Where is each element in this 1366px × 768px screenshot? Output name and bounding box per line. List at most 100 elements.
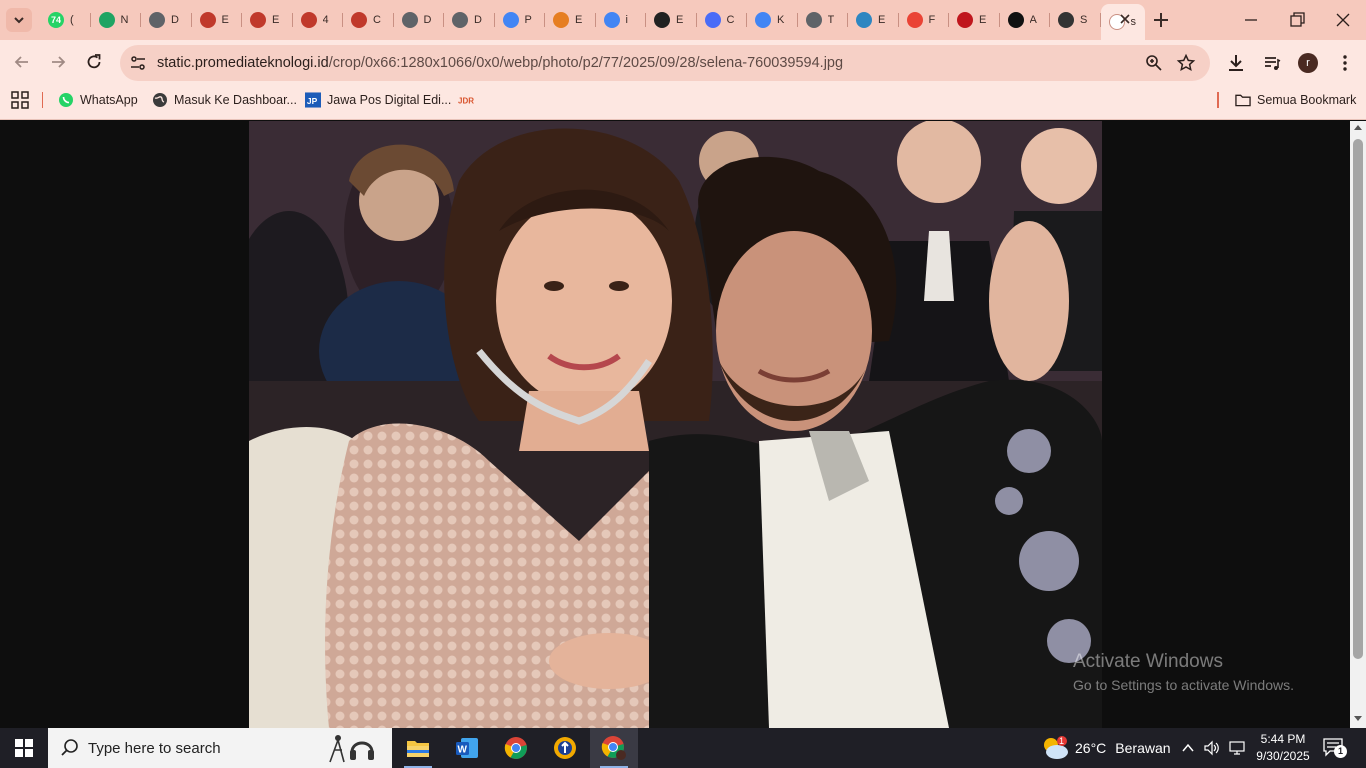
svg-text:JP: JP — [307, 96, 318, 106]
browser-tab[interactable]: C — [697, 4, 748, 36]
network-icon[interactable] — [1228, 739, 1246, 757]
profile-avatar[interactable]: r — [1298, 53, 1318, 73]
tab-title: D — [423, 14, 432, 26]
taskbar: Type here to search W 1 26°C Berawan 5:4… — [0, 728, 1366, 768]
url-text[interactable]: static.promediateknologi.id/crop/0x66:12… — [157, 55, 843, 71]
tab-badge: 74 — [50, 15, 61, 25]
taskbar-search[interactable]: Type here to search — [48, 728, 392, 768]
tribun-icon — [957, 12, 973, 28]
browser-tab[interactable]: A — [1000, 4, 1051, 36]
chrome-profile-icon — [601, 736, 626, 760]
browser-tab[interactable]: E — [192, 4, 243, 36]
browser-tab[interactable]: 4 — [293, 4, 344, 36]
google-icon — [502, 12, 519, 28]
clock-date: 9/30/2025 — [1256, 749, 1310, 763]
taskbar-file-explorer[interactable] — [394, 728, 442, 768]
show-hidden-icons-icon[interactable] — [1181, 741, 1195, 755]
browser-tab[interactable]: P — [495, 4, 546, 36]
browser-tab[interactable]: D — [444, 4, 495, 36]
tab-title: D — [171, 14, 179, 26]
back-icon[interactable] — [12, 52, 32, 72]
tab-title: ( — [70, 14, 74, 26]
tab-title: C — [373, 14, 381, 26]
browser-tab[interactable]: i — [596, 4, 647, 36]
download-icon[interactable] — [1226, 53, 1246, 73]
browser-tab[interactable]: K — [747, 4, 798, 36]
bookmark-jawapos[interactable]: JP Jawa Pos Digital Edi... — [305, 91, 451, 109]
tab-title: s — [1130, 16, 1137, 28]
weather-widget[interactable]: 1 26°C Berawan — [1040, 728, 1171, 768]
tab-title: N — [120, 14, 129, 26]
browser-tab[interactable]: E — [949, 4, 1000, 36]
browser-tab[interactable]: C — [343, 4, 394, 36]
tab-title: E — [979, 14, 987, 26]
browser-tab[interactable]: D — [141, 4, 192, 36]
weather-text: Berawan — [1115, 740, 1171, 756]
tab-title: E — [676, 14, 684, 26]
tab-title: F — [928, 14, 936, 26]
menu-kebab-icon[interactable] — [1335, 53, 1355, 73]
media-control-icon[interactable] — [1262, 53, 1282, 73]
scroll-down-icon[interactable] — [1353, 715, 1363, 723]
tab-title: T — [827, 14, 835, 26]
whatsapp-icon — [58, 92, 74, 108]
apps-grid-icon[interactable] — [11, 91, 29, 109]
browser-tab[interactable]: E — [242, 4, 293, 36]
start-button[interactable] — [0, 728, 48, 768]
system-clock[interactable]: 5:44 PM 9/30/2025 — [1252, 731, 1314, 765]
globe-icon — [152, 92, 168, 108]
word-icon: W — [456, 738, 478, 758]
bookmark-star-icon[interactable] — [1176, 53, 1196, 73]
displayed-photo — [249, 121, 1102, 728]
bookmark-label: WhatsApp — [80, 93, 138, 107]
browser-tab[interactable]: 74 ( — [40, 4, 91, 36]
tab-title: D — [474, 14, 482, 26]
taskbar-word[interactable]: W — [443, 728, 491, 768]
taskbar-chrome-profile[interactable] — [590, 728, 638, 768]
all-bookmarks-label: Semua Bookmark — [1257, 93, 1357, 107]
scroll-up-icon[interactable] — [1353, 123, 1363, 131]
restore-icon[interactable] — [1287, 10, 1307, 30]
browser-tab[interactable]: T — [798, 4, 849, 36]
browser-tab[interactable]: E — [545, 4, 596, 36]
chevron-down-icon — [14, 17, 24, 24]
browser-tab[interactable]: F — [899, 4, 950, 36]
bookmark-whatsapp[interactable]: WhatsApp — [58, 91, 138, 109]
new-tab-icon[interactable] — [1150, 9, 1172, 31]
browser-tab[interactable]: E — [646, 4, 697, 36]
close-tab-icon[interactable] — [1118, 12, 1132, 26]
all-bookmarks-folder[interactable]: Semua Bookmark — [1235, 91, 1356, 109]
tab-search-button[interactable] — [6, 8, 32, 32]
bookmark-jdr[interactable]: JDR — [458, 91, 480, 109]
close-window-icon[interactable] — [1333, 10, 1353, 30]
speaker-icon — [1058, 12, 1074, 28]
minimize-icon[interactable] — [1241, 10, 1261, 30]
reload-icon[interactable] — [84, 52, 104, 72]
forward-icon[interactable] — [48, 52, 68, 72]
tab-title: E — [878, 14, 886, 26]
taskbar-chrome[interactable] — [492, 728, 540, 768]
bookmark-divider — [42, 92, 43, 108]
browser-tab[interactable]: S — [1050, 4, 1101, 36]
site-info-icon[interactable] — [128, 53, 148, 73]
browser-tab[interactable]: N — [91, 4, 142, 36]
zoom-icon[interactable] — [1144, 53, 1164, 73]
flame-icon — [199, 12, 216, 28]
browser-tab[interactable]: D — [394, 4, 445, 36]
taskbar-app-shield[interactable] — [541, 728, 589, 768]
earth-icon — [856, 12, 872, 28]
watermark-subtitle: Go to Settings to activate Windows. — [1073, 677, 1294, 693]
svg-text:JDR: JDR — [458, 97, 474, 106]
bookmark-dashboard[interactable]: Masuk Ke Dashboar... — [152, 91, 297, 109]
tab-title: E — [272, 14, 280, 26]
bookmark-label: Masuk Ke Dashboar... — [174, 93, 297, 107]
whatsapp-icon: 74 — [48, 12, 64, 28]
watermark-title: Activate Windows — [1073, 651, 1223, 672]
notification-center-button[interactable]: 1 — [1320, 736, 1348, 760]
scrollbar-thumb[interactable] — [1353, 139, 1363, 659]
flame-icon — [351, 12, 367, 28]
browser-tab[interactable]: E — [848, 4, 899, 36]
volume-icon[interactable] — [1203, 739, 1221, 757]
tab-title: C — [726, 14, 735, 26]
globe-icon — [149, 12, 165, 28]
